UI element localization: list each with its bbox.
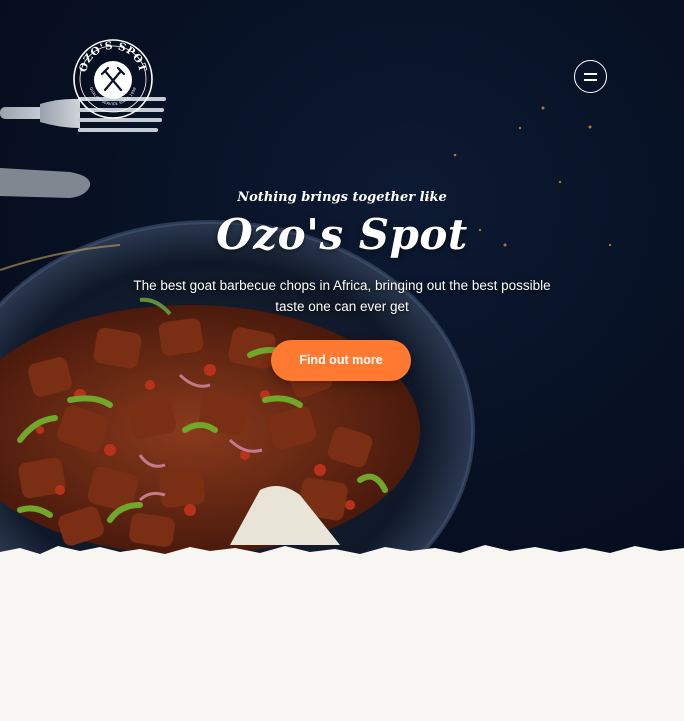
torn-paper-edge	[0, 545, 684, 575]
hero-title: Ozo's Spot	[216, 210, 468, 259]
hero-section: OZO'S SPOT QUALITY SERVICE SINCE 1999 No…	[0, 0, 684, 575]
content-section	[0, 575, 684, 721]
find-out-more-button[interactable]: Find out more	[271, 340, 411, 381]
page: OZO'S SPOT QUALITY SERVICE SINCE 1999 No…	[0, 0, 684, 721]
hamburger-menu-icon	[584, 73, 597, 75]
hero-tagline: Nothing brings together like	[237, 190, 447, 205]
logo[interactable]: OZO'S SPOT QUALITY SERVICE SINCE 1999	[72, 38, 154, 120]
hamburger-menu-icon-line	[584, 79, 597, 81]
hero-description: The best goat barbecue chops in Africa, …	[133, 278, 551, 314]
menu-button[interactable]	[574, 60, 607, 93]
